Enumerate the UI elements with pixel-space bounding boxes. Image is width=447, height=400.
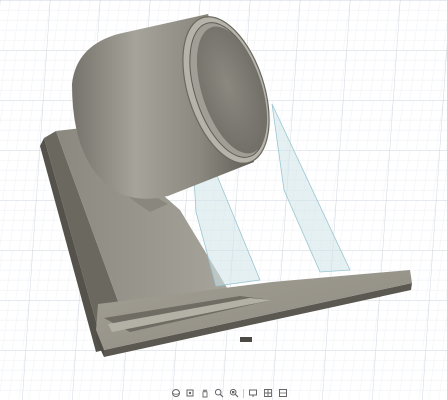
display-settings-icon[interactable]: [248, 388, 259, 399]
viewports-icon[interactable]: [277, 388, 288, 399]
zoom-icon[interactable]: [214, 388, 225, 399]
3d-viewport[interactable]: [0, 0, 447, 400]
zoom-fit-icon[interactable]: [229, 388, 240, 399]
look-at-icon[interactable]: [185, 388, 196, 399]
hand-pan-icon[interactable]: [199, 388, 210, 399]
navigation-bar: [170, 386, 288, 400]
nav-separator: [243, 388, 245, 398]
grid-settings-icon[interactable]: [262, 388, 273, 399]
base-nub: [240, 337, 252, 342]
viewport-canvas[interactable]: [0, 0, 447, 400]
orbit-icon[interactable]: [170, 388, 181, 399]
